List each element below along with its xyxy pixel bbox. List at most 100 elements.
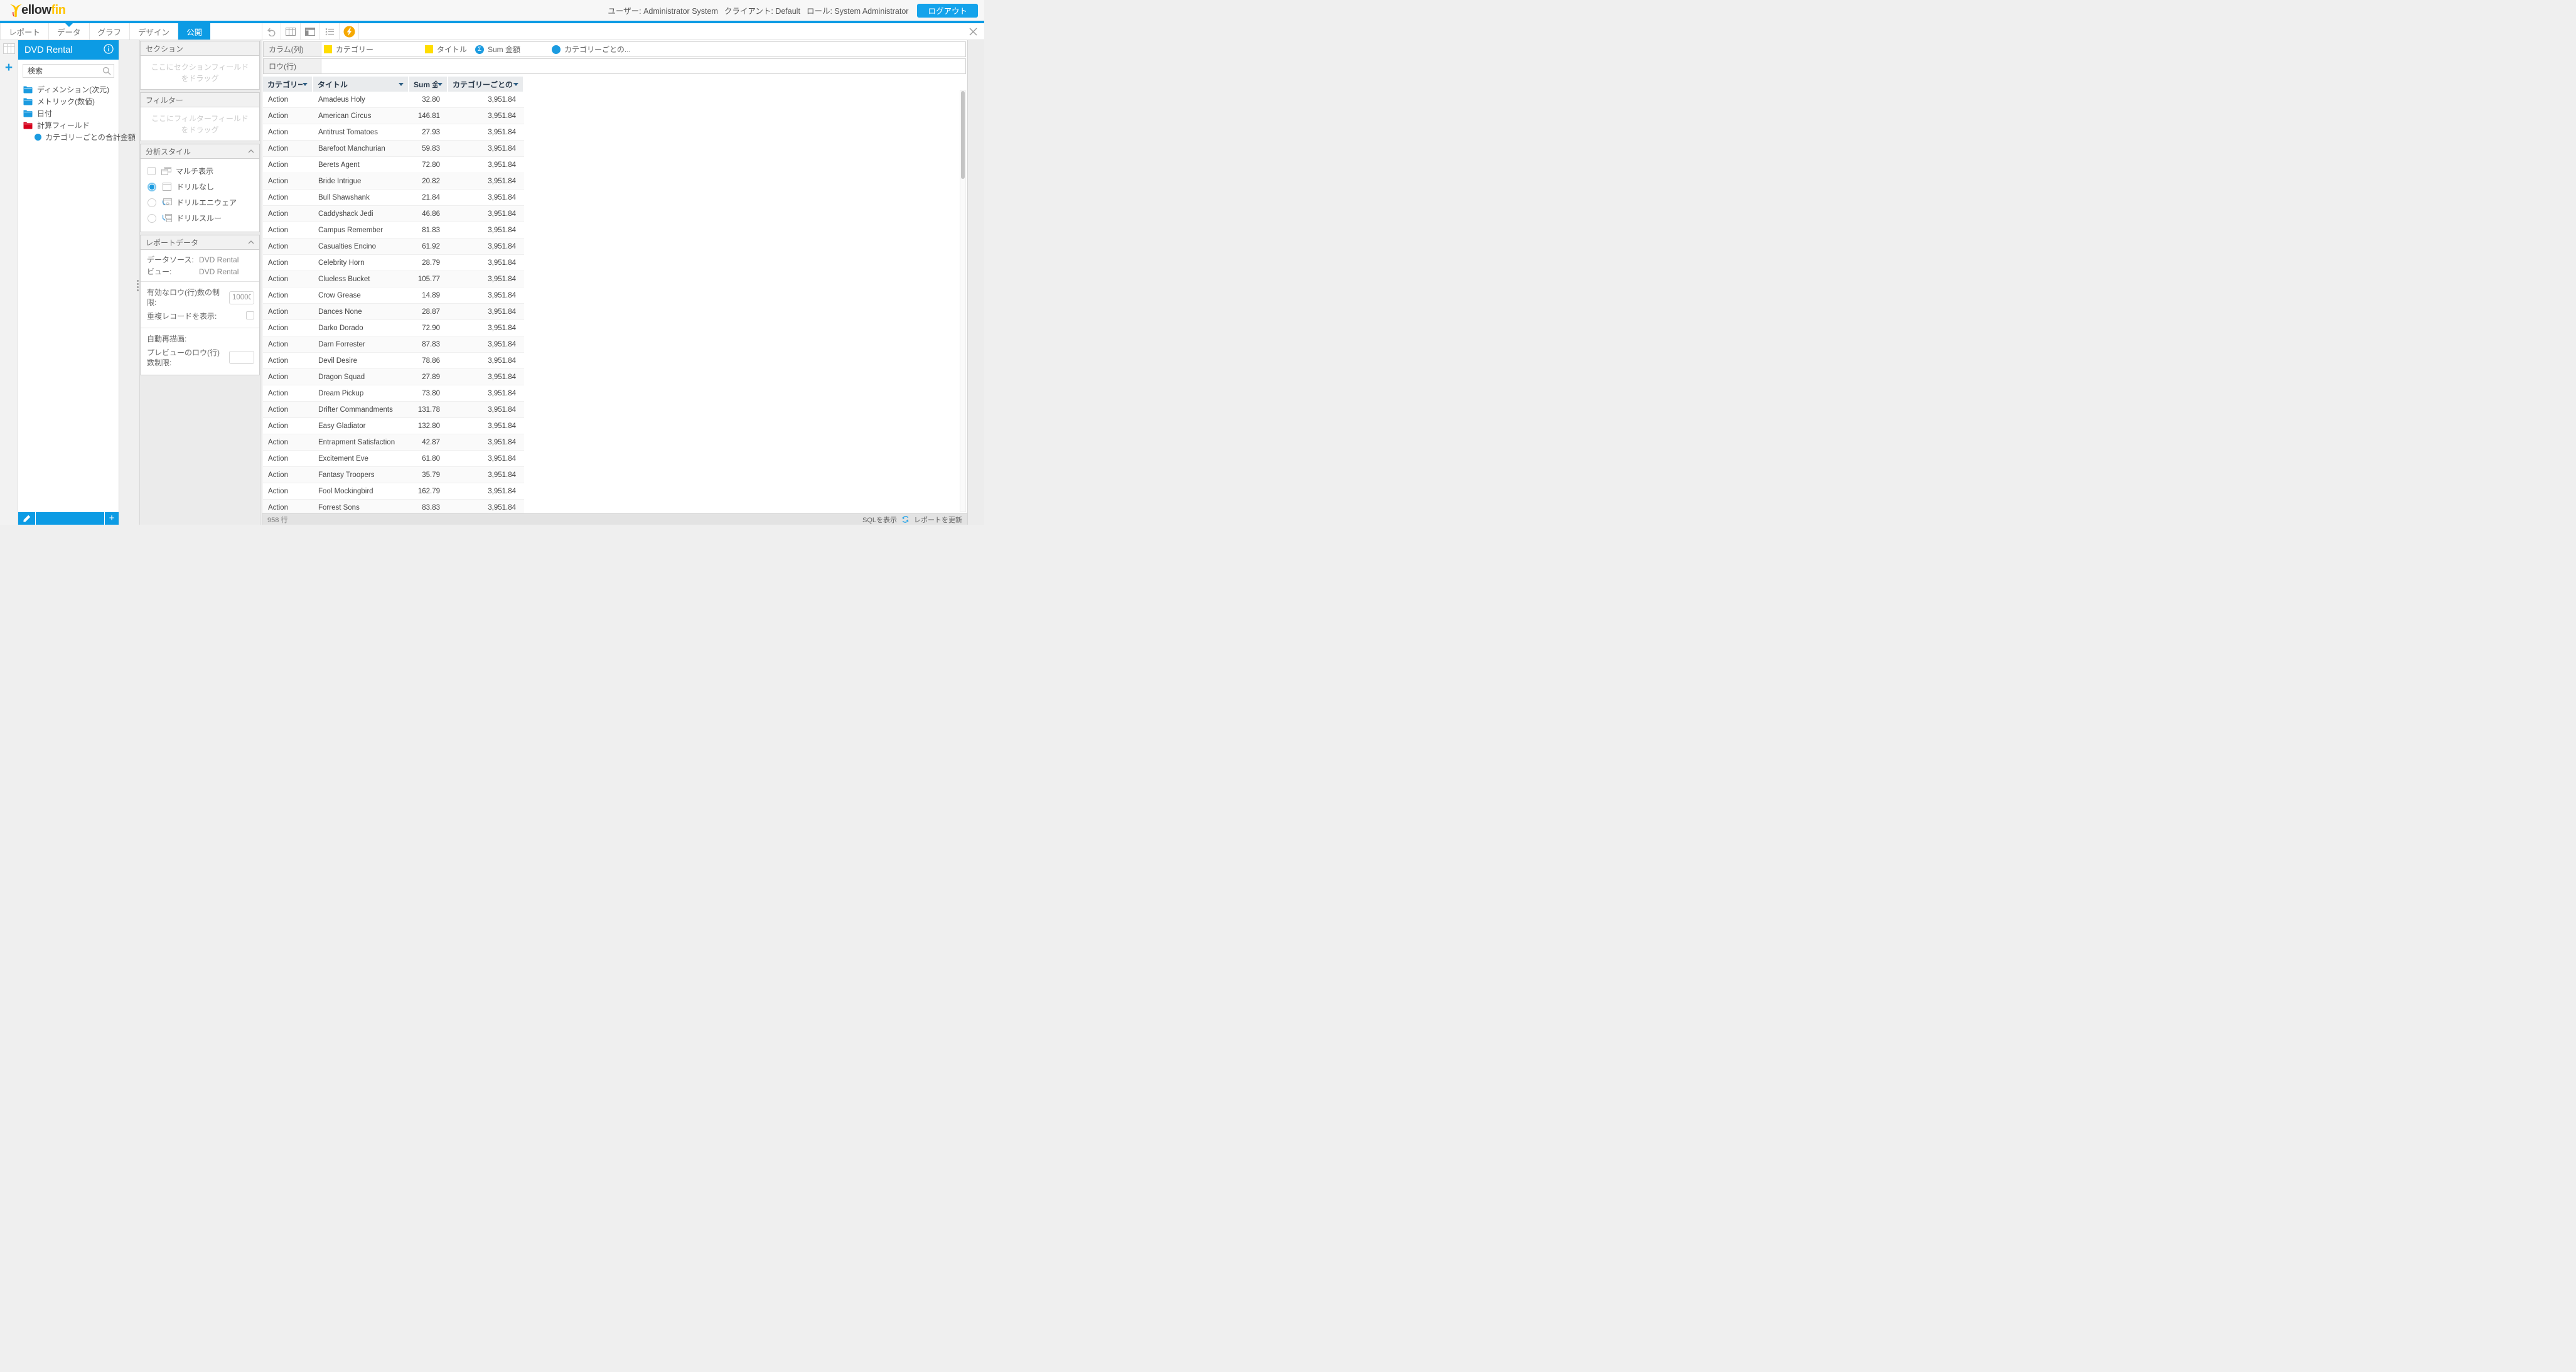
tree-label: ディメンション(次元) <box>37 84 109 95</box>
table-cell: 3,951.84 <box>448 190 524 205</box>
add-field-button[interactable]: + <box>105 512 119 525</box>
table-cell: Action <box>263 369 313 385</box>
table-cell: 3,951.84 <box>448 320 524 336</box>
column-chip-3[interactable]: カテゴリーごとの... <box>552 44 631 55</box>
field-calc-total-by-category[interactable]: カテゴリーごとの合計金額 <box>18 131 119 143</box>
dimension-chip-icon <box>425 45 433 53</box>
table-cell: 3,951.84 <box>448 304 524 319</box>
column-chip-0[interactable]: カテゴリー <box>324 44 425 55</box>
footer-bar[interactable] <box>36 512 104 525</box>
table-body: ActionAmadeus Holy32.803,951.84ActionAme… <box>263 92 524 513</box>
preview-limit-input[interactable] <box>229 351 254 364</box>
folder-calc-fields[interactable]: 計算フィールド <box>18 119 119 131</box>
layout-grid-icon[interactable] <box>3 43 15 57</box>
table-cell: Action <box>263 304 313 319</box>
column-header-0[interactable]: カテゴリー <box>263 77 313 92</box>
section-dropzone[interactable]: ここにセクションフィールドをドラッグ <box>141 56 259 89</box>
table-row: ActionCelebrity Horn28.793,951.84 <box>263 255 524 271</box>
filter-dropzone[interactable]: ここにフィルターフィールドをドラッグ <box>141 107 259 141</box>
analysis-option-no-drill[interactable]: ドリルなし <box>141 179 259 195</box>
table-row: ActionExcitement Eve61.803,951.84 <box>263 451 524 467</box>
fields-panel-footer: + <box>18 512 119 525</box>
table-cell: Crow Grease <box>313 287 409 303</box>
table-row: ActionFantasy Troopers35.793,951.84 <box>263 467 524 483</box>
table-cell: Drifter Commandments <box>313 402 409 417</box>
analysis-option-multi-display[interactable]: マルチ表示 <box>141 163 259 179</box>
table-layout-icon[interactable] <box>281 23 301 40</box>
status-bar: 958 行 SQLを表示 レポートを更新 <box>262 513 967 525</box>
checklist-icon[interactable] <box>320 23 340 40</box>
folder-icon <box>23 109 33 117</box>
table-row: ActionEasy Gladiator132.803,951.84 <box>263 418 524 434</box>
tab-chart[interactable]: グラフ <box>90 23 131 40</box>
show-sql-link[interactable]: SQLを表示 <box>862 515 897 525</box>
column-chip-1[interactable]: タイトル <box>425 44 475 55</box>
folder-metrics[interactable]: メトリック(数値) <box>18 95 119 107</box>
table-cell: Action <box>263 238 313 254</box>
report-data-title: レポートデータ <box>146 237 198 248</box>
table-cell: Entrapment Satisfaction <box>313 434 409 450</box>
right-gutter <box>967 40 984 525</box>
tree-label: 日付 <box>37 108 52 119</box>
search-icon <box>102 67 111 78</box>
radio-no-drill[interactable] <box>148 183 156 191</box>
table-cell: Action <box>263 500 313 513</box>
tab-report[interactable]: レポート <box>0 23 49 40</box>
table-row: ActionAmadeus Holy32.803,951.84 <box>263 92 524 108</box>
table-cell: 3,951.84 <box>448 353 524 368</box>
edit-view-button[interactable] <box>18 512 35 525</box>
table-freeze-icon[interactable] <box>301 23 320 40</box>
column-header-3[interactable]: カテゴリーごとの合計金額 <box>448 77 524 92</box>
table-cell: Action <box>263 451 313 466</box>
datasource-label: データソース: <box>147 254 194 265</box>
tab-design[interactable]: デザイン <box>130 23 178 40</box>
column-header-2[interactable]: Sum 金額 <box>409 77 448 92</box>
scrollbar-thumb[interactable] <box>961 91 965 179</box>
checkbox-multi-display[interactable] <box>148 167 156 175</box>
table-row: ActionBerets Agent72.803,951.84 <box>263 157 524 173</box>
column-header-1[interactable]: タイトル <box>313 77 409 92</box>
table-cell: Darko Dorado <box>313 320 409 336</box>
analysis-options: マルチ表示ドリルなしドリルエニウェアドリルスルー <box>141 159 259 232</box>
analysis-option-drill-anywhere[interactable]: ドリルエニウェア <box>141 195 259 210</box>
folder-dimensions[interactable]: ディメンション(次元) <box>18 83 119 95</box>
table-row: ActionBull Shawshank21.843,951.84 <box>263 190 524 206</box>
analysis-style-header[interactable]: 分析スタイル <box>140 144 260 159</box>
table-cell: 3,951.84 <box>448 124 524 140</box>
table-cell: 162.79 <box>409 483 448 499</box>
report-data-header[interactable]: レポートデータ <box>140 235 260 250</box>
rows-axis-row: ロウ(行) <box>263 58 966 74</box>
left-strip: + <box>0 40 18 525</box>
table-cell: Action <box>263 141 313 156</box>
lightning-icon[interactable] <box>340 23 359 40</box>
field-search-input[interactable] <box>23 64 114 78</box>
table-cell: Fantasy Troopers <box>313 467 409 483</box>
table-cell: Action <box>263 483 313 499</box>
radio-drill-anywhere[interactable] <box>148 198 156 207</box>
info-icon[interactable] <box>104 44 114 56</box>
table-cell: Action <box>263 157 313 173</box>
column-chip-2[interactable]: ΣSum 金額 <box>475 44 552 55</box>
tab-data[interactable]: データ <box>49 23 90 40</box>
refresh-icon[interactable] <box>901 515 910 523</box>
refresh-report-link[interactable]: レポートを更新 <box>914 515 962 525</box>
table-cell: 3,951.84 <box>448 336 524 352</box>
logout-button[interactable]: ログアウト <box>917 4 978 18</box>
folder-dates[interactable]: 日付 <box>18 107 119 119</box>
row-limit-input[interactable] <box>229 291 254 304</box>
column-chips: カテゴリータイトルΣSum 金額カテゴリーごとの... <box>321 42 965 56</box>
column-header-label: タイトル <box>318 79 348 90</box>
tab-publish[interactable]: 公開 <box>178 23 210 40</box>
analysis-option-drill-through[interactable]: ドリルスルー <box>141 210 259 226</box>
duplicates-checkbox[interactable] <box>246 311 254 319</box>
table-header-row: カテゴリータイトル Sum 金額カテゴリーごとの合計金額 <box>263 77 524 92</box>
add-panel-icon[interactable]: + <box>3 62 15 74</box>
table-cell: 3,951.84 <box>448 222 524 238</box>
table-cell: Action <box>263 124 313 140</box>
row-chips-dropzone[interactable] <box>321 59 965 73</box>
close-icon[interactable] <box>966 23 980 40</box>
column-header-label: Sum 金額 <box>414 79 437 90</box>
undo-icon[interactable] <box>262 23 281 40</box>
radio-drill-through[interactable] <box>148 214 156 223</box>
table-row: ActionCrow Grease14.893,951.84 <box>263 287 524 304</box>
